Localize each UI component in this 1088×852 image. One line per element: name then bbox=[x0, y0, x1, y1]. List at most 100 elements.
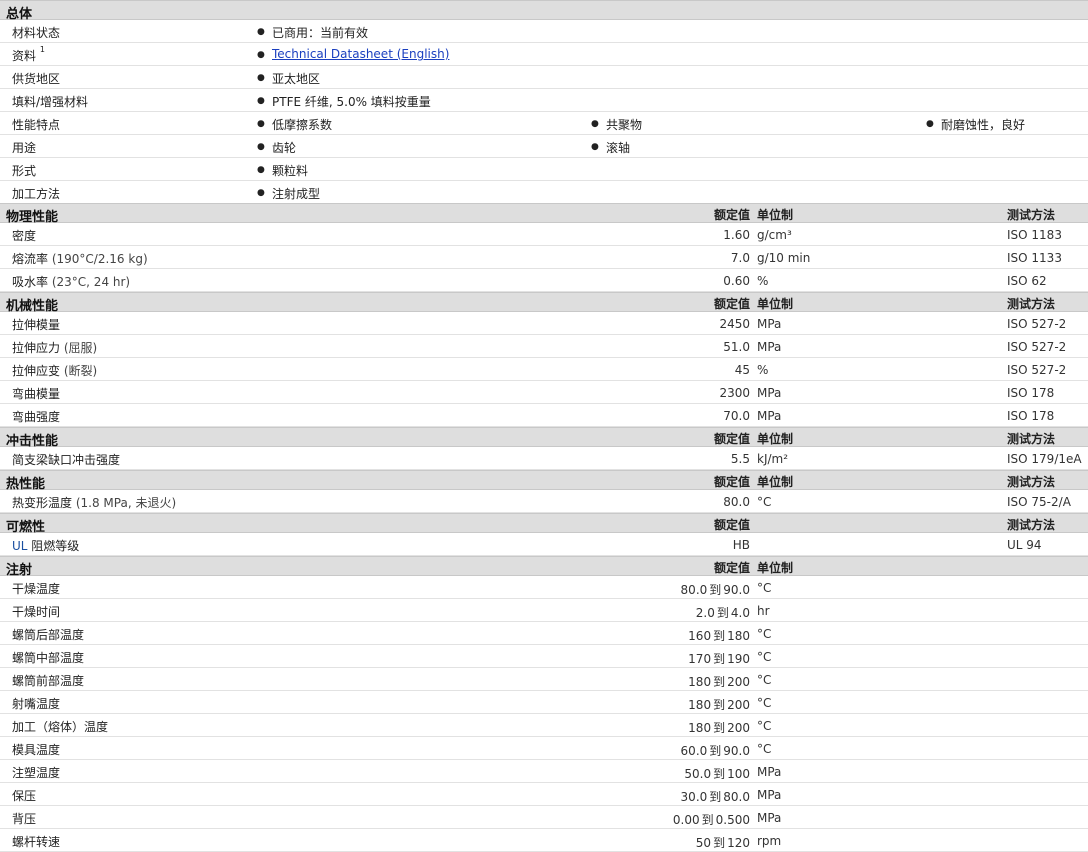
property-value: 0.60 bbox=[723, 274, 750, 288]
property-unit: MPa bbox=[757, 340, 782, 354]
range-min: 180 bbox=[688, 675, 712, 689]
col-value-header: 额定值 bbox=[713, 297, 750, 311]
property-unit: MPa bbox=[757, 386, 782, 400]
injection-row: 保压 30.0 到 80.0 MPa bbox=[0, 783, 1088, 806]
col-value-header: 额定值 bbox=[713, 475, 750, 489]
property-value-range: 0.00 到 0.500 bbox=[673, 811, 750, 828]
datasheet-link-item: Technical Datasheet (English) bbox=[257, 47, 449, 63]
test-method: ISO 62 bbox=[1007, 274, 1047, 288]
property-value: 2450 bbox=[719, 317, 750, 331]
property-row: 拉伸应力 (屈服) 51.0 MPa ISO 527-2 bbox=[0, 335, 1088, 358]
property-value: 2300 bbox=[719, 386, 750, 400]
property-value: 80.0 bbox=[723, 495, 750, 509]
property-label: 简支梁缺口冲击强度 bbox=[12, 453, 121, 467]
section-header-injection: 注射 额定值 单位制 bbox=[0, 556, 1088, 578]
row-material-status: 材料状态 已商用：当前有效 bbox=[0, 20, 1088, 43]
range-to: 到 bbox=[713, 675, 726, 689]
range-to: 到 bbox=[709, 790, 722, 804]
property-value: HB bbox=[732, 538, 750, 552]
property-unit: °C bbox=[757, 581, 772, 595]
section-header-physical: 物理性能 额定值 单位制 测试方法 bbox=[0, 203, 1088, 225]
property-value-range: 180 到 200 bbox=[688, 719, 750, 736]
row-label: 材料状态 bbox=[12, 26, 61, 40]
property-unit: °C bbox=[757, 495, 772, 509]
feature-item: 低摩擦系数 bbox=[257, 116, 332, 133]
property-label: 背压 bbox=[12, 812, 37, 826]
row-label: 加工方法 bbox=[12, 187, 61, 201]
injection-row: 螺筒中部温度 170 到 190 °C bbox=[0, 645, 1088, 668]
row-form: 形式 颗粒料 bbox=[0, 158, 1088, 181]
status-value: 已商用：当前有效 bbox=[257, 24, 368, 41]
col-value-header: 额定值 bbox=[713, 432, 750, 446]
property-row: 拉伸模量 2450 MPa ISO 527-2 bbox=[0, 312, 1088, 335]
property-label: UL 阻燃等级 bbox=[12, 539, 80, 553]
injection-row: 螺筒后部温度 160 到 180 °C bbox=[0, 622, 1088, 645]
range-max: 100 bbox=[727, 767, 750, 781]
property-unit: rpm bbox=[757, 834, 782, 848]
injection-row: 干燥时间 2.0 到 4.0 hr bbox=[0, 599, 1088, 622]
property-unit: °C bbox=[757, 696, 772, 710]
range-to: 到 bbox=[709, 744, 722, 758]
col-unit-header: 单位制 bbox=[757, 208, 794, 222]
range-min: 0.00 bbox=[672, 813, 700, 827]
range-min: 60.0 bbox=[680, 744, 708, 758]
property-unit: hr bbox=[757, 604, 770, 618]
range-to: 到 bbox=[713, 629, 726, 643]
row-filler: 填料/增强材料 PTFE 纤维, 5.0% 填料按重量 bbox=[0, 89, 1088, 112]
range-max: 0.500 bbox=[715, 813, 750, 827]
range-to: 到 bbox=[709, 583, 722, 597]
col-value-header: 额定值 bbox=[713, 561, 750, 575]
col-method-header: 测试方法 bbox=[1007, 297, 1056, 311]
test-method: ISO 178 bbox=[1007, 409, 1055, 423]
range-min: 180 bbox=[688, 721, 712, 735]
test-method: ISO 75-2/A bbox=[1007, 495, 1071, 509]
row-label: 性能特点 bbox=[12, 118, 61, 132]
property-unit: MPa bbox=[757, 317, 782, 331]
property-value: 1.60 bbox=[723, 228, 750, 242]
property-value-range: 60.0 到 90.0 bbox=[681, 742, 750, 759]
col-method-header: 测试方法 bbox=[1007, 475, 1056, 489]
col-value-header: 额定值 bbox=[713, 208, 750, 222]
property-row: 熔流率 (190°C/2.16 kg) 7.0 g/10 min ISO 113… bbox=[0, 246, 1088, 269]
row-features: 性能特点 低摩擦系数 共聚物 耐磨蚀性，良好 bbox=[0, 112, 1088, 135]
property-label: 吸水率 (23°C, 24 hr) bbox=[12, 275, 131, 289]
injection-row: 模具温度 60.0 到 90.0 °C bbox=[0, 737, 1088, 760]
test-method: ISO 527-2 bbox=[1007, 340, 1067, 354]
row-label: 形式 bbox=[12, 164, 37, 178]
range-to: 到 bbox=[701, 813, 714, 827]
injection-row: 射嘴温度 180 到 200 °C bbox=[0, 691, 1088, 714]
property-value: 7.0 bbox=[730, 251, 750, 265]
property-unit: °C bbox=[757, 627, 772, 641]
property-value: 70.0 bbox=[723, 409, 750, 423]
range-min: 50.0 bbox=[684, 767, 712, 781]
range-max: 80.0 bbox=[723, 790, 750, 804]
row-label: 资料 1 bbox=[12, 45, 45, 63]
property-unit: MPa bbox=[757, 765, 782, 779]
range-max: 200 bbox=[727, 675, 750, 689]
technical-datasheet-link[interactable]: Technical Datasheet (English) bbox=[272, 47, 449, 61]
section-header-impact: 冲击性能 额定值 单位制 测试方法 bbox=[0, 427, 1088, 449]
col-method-header: 测试方法 bbox=[1007, 432, 1056, 446]
property-unit: MPa bbox=[757, 811, 782, 825]
range-max: 4.0 bbox=[730, 606, 750, 620]
property-label: 螺筒前部温度 bbox=[12, 674, 85, 688]
property-label: 密度 bbox=[12, 229, 37, 243]
range-to: 到 bbox=[713, 721, 726, 735]
range-min: 170 bbox=[688, 652, 712, 666]
feature-item: 耐磨蚀性，良好 bbox=[926, 116, 1025, 133]
property-value: 5.5 bbox=[730, 452, 750, 466]
row-uses: 用途 齿轮 滚轴 bbox=[0, 135, 1088, 158]
property-value-range: 170 到 190 bbox=[688, 650, 750, 667]
property-unit: °C bbox=[757, 673, 772, 687]
form-value: 颗粒料 bbox=[257, 162, 308, 179]
range-min: 180 bbox=[688, 698, 712, 712]
property-value-range: 50.0 到 100 bbox=[684, 765, 750, 782]
property-label: 熔流率 (190°C/2.16 kg) bbox=[12, 252, 148, 266]
property-unit: MPa bbox=[757, 409, 782, 423]
section-header-overview: 总体 bbox=[0, 0, 1088, 22]
process-value: 注射成型 bbox=[257, 185, 320, 202]
range-max: 90.0 bbox=[723, 744, 750, 758]
range-to: 到 bbox=[713, 767, 726, 781]
property-label: 拉伸应变 (断裂) bbox=[12, 364, 98, 378]
col-unit-header: 单位制 bbox=[757, 475, 794, 489]
